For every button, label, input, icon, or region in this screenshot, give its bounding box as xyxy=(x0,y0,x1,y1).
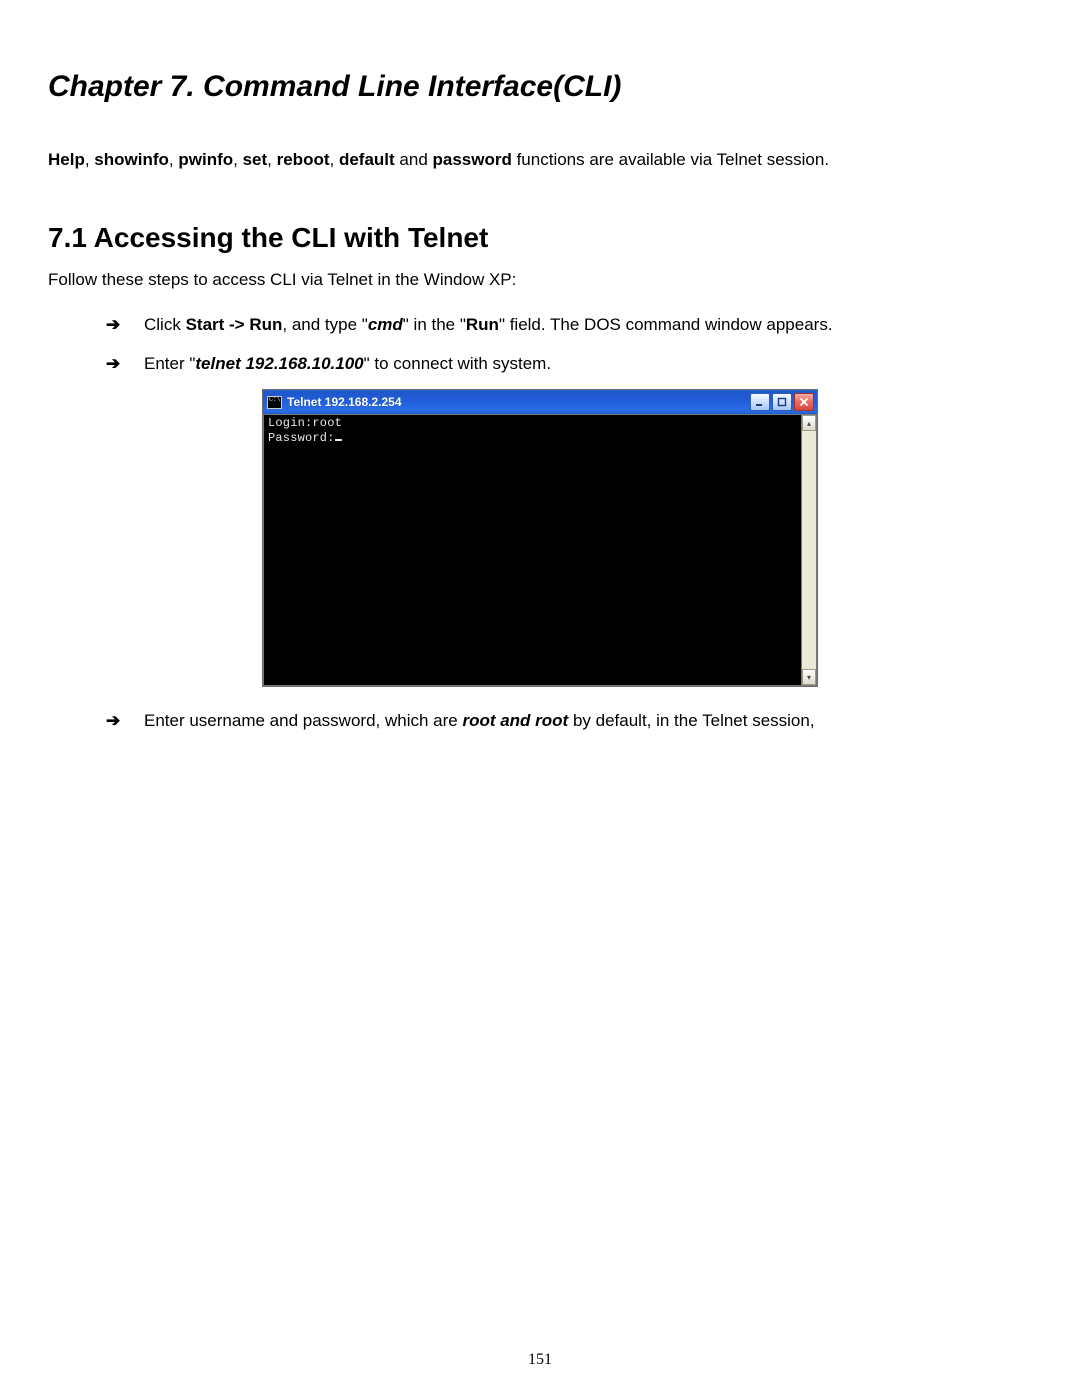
step3-tail: by default, in the Telnet session, xyxy=(568,711,814,730)
maximize-button[interactable] xyxy=(772,393,792,411)
lead-paragraph: Follow these steps to access CLI via Tel… xyxy=(48,266,1032,293)
cmd-password: password xyxy=(433,150,512,169)
step3-bi1: root and root xyxy=(462,711,568,730)
page-number: 151 xyxy=(0,1351,1080,1369)
telnet-screenshot: Telnet 192.168.2.254 Login:root Password… xyxy=(262,389,818,687)
intro-and: and xyxy=(395,150,433,169)
step1-tail: " field. The DOS command window appears. xyxy=(499,315,833,334)
step3-pre: Enter username and password, which are xyxy=(144,711,462,730)
step1-bi1: cmd xyxy=(368,315,403,334)
arrow-icon: ➔ xyxy=(106,350,120,377)
cmd-default: default xyxy=(339,150,395,169)
step2-tail: " to connect with system. xyxy=(364,354,551,373)
chapter-title: Chapter 7. Command Line Interface(CLI) xyxy=(48,70,1032,104)
window-titlebar: Telnet 192.168.2.254 xyxy=(263,390,817,414)
scroll-up-button[interactable]: ▴ xyxy=(802,415,816,431)
terminal-line-1: Login:root xyxy=(268,416,342,430)
intro-tail: functions are available via Telnet sessi… xyxy=(512,150,829,169)
cmd-set: set xyxy=(243,150,268,169)
scroll-down-button[interactable]: ▾ xyxy=(802,669,816,685)
intro-paragraph: Help, showinfo, pwinfo, set, reboot, def… xyxy=(48,148,1032,172)
telnet-window: Telnet 192.168.2.254 Login:root Password… xyxy=(262,389,818,687)
step1-b1: Start -> Run xyxy=(186,315,283,334)
cursor-icon xyxy=(335,430,342,441)
step1-mid2: " in the " xyxy=(403,315,466,334)
cmd-icon xyxy=(267,396,282,409)
cmd-reboot: reboot xyxy=(277,150,330,169)
minimize-button[interactable] xyxy=(750,393,770,411)
cmd-pwinfo: pwinfo xyxy=(178,150,233,169)
cmd-showinfo: showinfo xyxy=(94,150,169,169)
list-item: ➔ Click Start -> Run, and type "cmd" in … xyxy=(106,311,1032,338)
step2-pre: Enter " xyxy=(144,354,195,373)
window-title: Telnet 192.168.2.254 xyxy=(287,395,750,409)
terminal-output[interactable]: Login:root Password: xyxy=(263,414,801,686)
arrow-icon: ➔ xyxy=(106,311,120,338)
close-button[interactable] xyxy=(794,393,814,411)
terminal-line-2: Password: xyxy=(268,431,335,445)
steps-list-after: ➔ Enter username and password, which are… xyxy=(48,707,1032,734)
step1-mid1: , and type " xyxy=(282,315,367,334)
arrow-icon: ➔ xyxy=(106,707,120,734)
step1-b2: Run xyxy=(466,315,499,334)
steps-list: ➔ Click Start -> Run, and type "cmd" in … xyxy=(48,311,1032,377)
list-item: ➔ Enter username and password, which are… xyxy=(106,707,1032,734)
window-controls xyxy=(750,393,814,411)
section-title: 7.1 Accessing the CLI with Telnet xyxy=(48,222,1032,254)
cmd-help: Help xyxy=(48,150,85,169)
vertical-scrollbar[interactable]: ▴ ▾ xyxy=(801,414,817,686)
list-item: ➔ Enter "telnet 192.168.10.100" to conne… xyxy=(106,350,1032,377)
step1-pre: Click xyxy=(144,315,186,334)
window-client-area: Login:root Password: ▴ ▾ xyxy=(263,414,817,686)
step2-bi1: telnet 192.168.10.100 xyxy=(195,354,363,373)
